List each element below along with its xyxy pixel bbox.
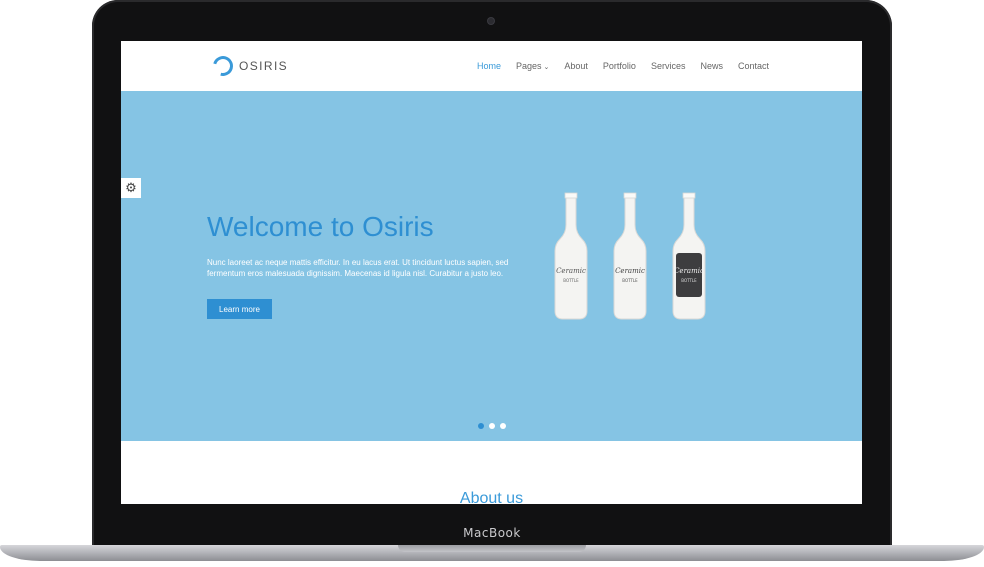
about-title: About us bbox=[459, 490, 524, 504]
camera-icon bbox=[488, 18, 494, 24]
bottle-2-sub: BOTTLE bbox=[622, 278, 638, 283]
logo-ring-icon bbox=[209, 52, 237, 80]
nav-about[interactable]: About bbox=[564, 61, 588, 71]
bottle-3: Ceramic BOTTLE bbox=[672, 192, 706, 320]
slider-dot-2[interactable] bbox=[489, 423, 495, 429]
bottle-3-label: Ceramic bbox=[674, 267, 704, 275]
hero-text: Nunc laoreet ac neque mattis efficitur. … bbox=[207, 258, 509, 278]
hero-slider: ⚙ Welcome to Osiris Nunc laoreet ac nequ… bbox=[121, 91, 862, 441]
nav-portfolio[interactable]: Portfolio bbox=[603, 61, 636, 71]
nav-pages[interactable]: Pages ⌄ bbox=[516, 61, 549, 71]
bottle-2: Ceramic BOTTLE bbox=[613, 192, 647, 320]
bottle-1: Ceramic BOTTLE bbox=[554, 192, 588, 320]
nav-contact[interactable]: Contact bbox=[738, 61, 769, 71]
bottle-1-label: Ceramic bbox=[556, 267, 586, 275]
chevron-down-icon: ⌄ bbox=[543, 64, 550, 71]
hero-title: Welcome to Osiris bbox=[207, 211, 434, 242]
slider-dot-1[interactable] bbox=[478, 423, 484, 429]
learn-more-button[interactable]: Learn more bbox=[207, 299, 272, 319]
site-logo[interactable]: OSIRIS bbox=[209, 52, 289, 80]
brand-name: OSIRIS bbox=[239, 59, 289, 73]
laptop-notch bbox=[398, 545, 586, 552]
browser-screen: OSIRIS Home Pages ⌄ About Portfolio Servi… bbox=[121, 41, 862, 504]
bottle-3-sub: BOTTLE bbox=[681, 278, 697, 283]
bottle-2-label: Ceramic bbox=[615, 267, 645, 275]
main-nav: Home Pages ⌄ About Portfolio Services New… bbox=[477, 61, 769, 71]
bottles-image: Ceramic BOTTLE Ceramic BOTTLE Ceramic BO… bbox=[554, 192, 706, 320]
nav-home[interactable]: Home bbox=[477, 61, 501, 71]
nav-news[interactable]: News bbox=[700, 61, 723, 71]
nav-pages-label: Pages bbox=[515, 61, 542, 71]
gear-icon[interactable]: ⚙ bbox=[121, 178, 141, 198]
nav-services[interactable]: Services bbox=[651, 61, 686, 71]
device-label: MacBook bbox=[463, 526, 521, 540]
site-header: OSIRIS Home Pages ⌄ About Portfolio Servi… bbox=[121, 41, 862, 91]
slider-dot-3[interactable] bbox=[500, 423, 506, 429]
bottle-1-sub: BOTTLE bbox=[563, 278, 579, 283]
slider-dots bbox=[478, 423, 506, 429]
